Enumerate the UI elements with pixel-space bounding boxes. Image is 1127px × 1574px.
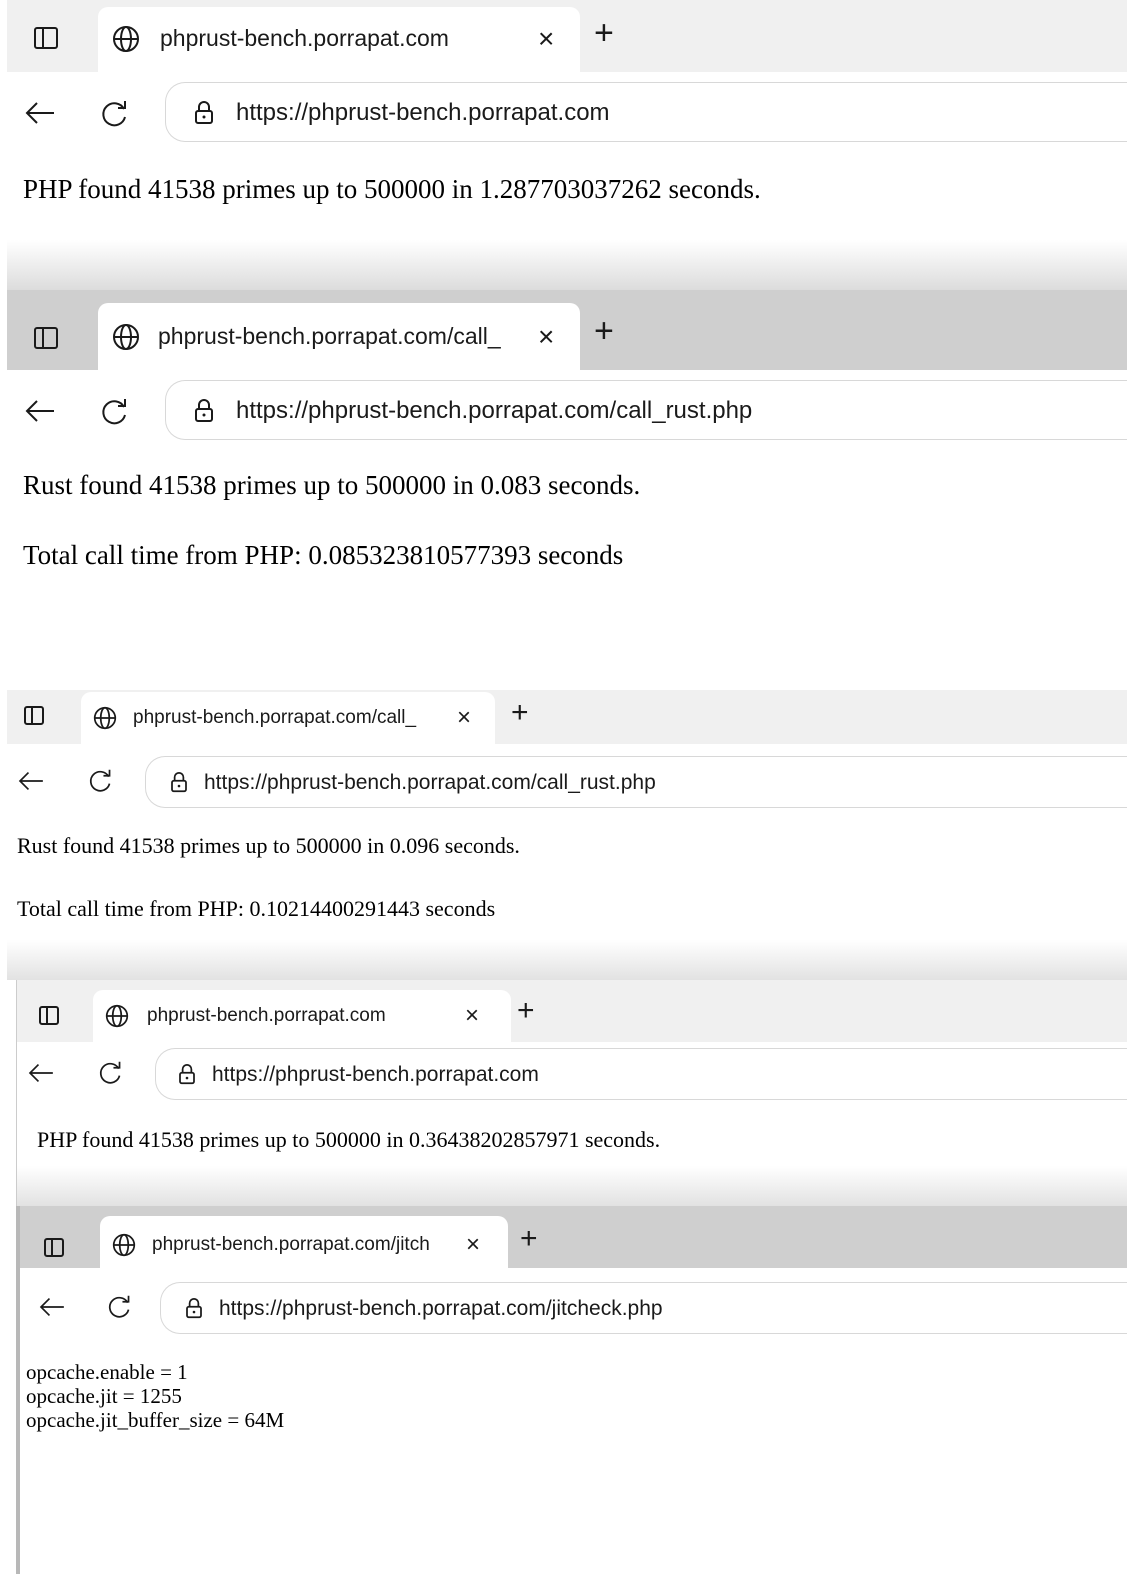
tab-active[interactable]: phprust-bench.porrapat.com/call_ × xyxy=(81,692,495,744)
page-content: opcache.enable = 1 opcache.jit = 1255 op… xyxy=(20,1342,1127,1574)
tab-strip: phprust-bench.porrapat.com × + xyxy=(17,980,1127,1042)
config-line: opcache.enable = 1 xyxy=(26,1360,188,1384)
sidebar-icon[interactable] xyxy=(44,1238,64,1257)
url-text: https://phprust-bench.porrapat.com/call_… xyxy=(204,771,656,794)
address-bar-row: https://phprust-bench.porrapat.com xyxy=(17,1042,1127,1106)
arrow-left-icon[interactable] xyxy=(24,398,56,424)
tab-strip: phprust-bench.porrapat.com/jitch × + xyxy=(20,1206,1127,1268)
result-line: Total call time from PHP: 0.085323810577… xyxy=(23,540,624,570)
config-line: opcache.jit = 1255 xyxy=(26,1384,182,1408)
page-content: Rust found 41538 primes up to 500000 in … xyxy=(7,450,1127,662)
reload-icon[interactable] xyxy=(99,397,129,427)
lock-icon[interactable] xyxy=(170,772,188,793)
tab-title: phprust-bench.porrapat.com/call_ xyxy=(158,323,501,349)
url-text: https://phprust-bench.porrapat.com xyxy=(236,99,610,126)
config-line: opcache.jit_buffer_size = 64M xyxy=(26,1408,285,1432)
sidebar-icon[interactable] xyxy=(34,27,58,49)
address-bar-row: https://phprust-bench.porrapat.com/jitch… xyxy=(20,1268,1127,1342)
tab-close-button[interactable]: × xyxy=(465,1002,479,1030)
browser-window-2: phprust-bench.porrapat.com/call_ × + htt… xyxy=(7,290,1127,662)
result-line: PHP found 41538 primes up to 500000 in 0… xyxy=(37,1127,661,1152)
browser-window-4: phprust-bench.porrapat.com × + https://p… xyxy=(16,980,1127,1206)
url-box[interactable]: https://phprust-bench.porrapat.com/call_… xyxy=(145,756,1127,808)
sidebar-icon[interactable] xyxy=(39,1006,59,1025)
tab-close-button[interactable]: × xyxy=(538,23,554,55)
reload-icon[interactable] xyxy=(99,99,129,129)
result-line: Rust found 41538 primes up to 500000 in … xyxy=(23,470,641,500)
reload-icon[interactable] xyxy=(97,1060,123,1086)
tab-close-button[interactable]: × xyxy=(466,1231,480,1259)
globe-icon xyxy=(113,26,139,52)
reload-icon[interactable] xyxy=(106,1294,132,1320)
url-box[interactable]: https://phprust-bench.porrapat.com xyxy=(155,1048,1127,1100)
tab-active[interactable]: phprust-bench.porrapat.com/jitch × xyxy=(100,1216,508,1268)
browser-window-5: phprust-bench.porrapat.com/jitch × + htt… xyxy=(16,1206,1127,1574)
globe-icon xyxy=(93,706,117,730)
arrow-left-icon[interactable] xyxy=(27,1062,55,1084)
reload-icon[interactable] xyxy=(87,768,113,794)
result-line: Rust found 41538 primes up to 500000 in … xyxy=(17,833,520,858)
tab-title: phprust-bench.porrapat.com/call_ xyxy=(133,707,417,728)
window-shadow xyxy=(17,1166,1127,1206)
url-box[interactable]: https://phprust-bench.porrapat.com/jitch… xyxy=(160,1282,1127,1334)
window-shadow xyxy=(7,940,1127,980)
result-line: PHP found 41538 primes up to 500000 in 1… xyxy=(23,174,761,204)
tab-close-button[interactable]: × xyxy=(457,704,471,732)
tab-title: phprust-bench.porrapat.com xyxy=(147,1005,386,1026)
tab-active[interactable]: phprust-bench.porrapat.com/call_ × xyxy=(98,303,580,370)
lock-icon[interactable] xyxy=(194,101,214,125)
tab-active[interactable]: phprust-bench.porrapat.com × xyxy=(98,7,580,72)
result-line: Total call time from PHP: 0.102144002914… xyxy=(17,896,496,921)
new-tab-button[interactable]: + xyxy=(517,994,535,1028)
url-box[interactable]: https://phprust-bench.porrapat.com xyxy=(165,82,1127,142)
new-tab-button[interactable]: + xyxy=(594,14,614,53)
tab-strip: phprust-bench.porrapat.com/call_ × + xyxy=(7,290,1127,370)
tab-title: phprust-bench.porrapat.com xyxy=(160,25,449,51)
tab-active[interactable]: phprust-bench.porrapat.com × xyxy=(93,990,511,1042)
url-text: https://phprust-bench.porrapat.com/jitch… xyxy=(219,1297,663,1320)
new-tab-button[interactable]: + xyxy=(520,1222,538,1256)
lock-icon[interactable] xyxy=(178,1064,196,1085)
tab-strip: phprust-bench.porrapat.com/call_ × + xyxy=(7,690,1127,744)
globe-icon xyxy=(113,324,139,350)
sidebar-icon[interactable] xyxy=(34,327,58,349)
arrow-left-icon[interactable] xyxy=(17,770,45,792)
url-box[interactable]: https://phprust-bench.porrapat.com/call_… xyxy=(165,380,1127,440)
window-shadow xyxy=(7,240,1127,290)
globe-icon xyxy=(105,1004,129,1028)
tab-close-button[interactable]: × xyxy=(538,321,554,353)
arrow-left-icon[interactable] xyxy=(38,1296,66,1318)
tab-strip: phprust-bench.porrapat.com × + xyxy=(7,0,1127,72)
tab-title: phprust-bench.porrapat.com/jitch xyxy=(152,1234,430,1255)
lock-icon[interactable] xyxy=(194,399,214,423)
globe-icon xyxy=(112,1233,136,1257)
address-bar-row: https://phprust-bench.porrapat.com/call_… xyxy=(7,744,1127,816)
address-bar-row: https://phprust-bench.porrapat.com/call_… xyxy=(7,370,1127,450)
address-bar-row: https://phprust-bench.porrapat.com xyxy=(7,72,1127,152)
url-text: https://phprust-bench.porrapat.com/call_… xyxy=(236,397,753,424)
url-text: https://phprust-bench.porrapat.com xyxy=(212,1063,539,1086)
browser-window-1: phprust-bench.porrapat.com × + https://p… xyxy=(7,0,1127,290)
new-tab-button[interactable]: + xyxy=(511,696,529,730)
browser-window-3: phprust-bench.porrapat.com/call_ × + htt… xyxy=(7,690,1127,980)
lock-icon[interactable] xyxy=(185,1298,203,1319)
new-tab-button[interactable]: + xyxy=(594,312,614,351)
sidebar-icon[interactable] xyxy=(24,706,44,725)
arrow-left-icon[interactable] xyxy=(24,100,56,126)
